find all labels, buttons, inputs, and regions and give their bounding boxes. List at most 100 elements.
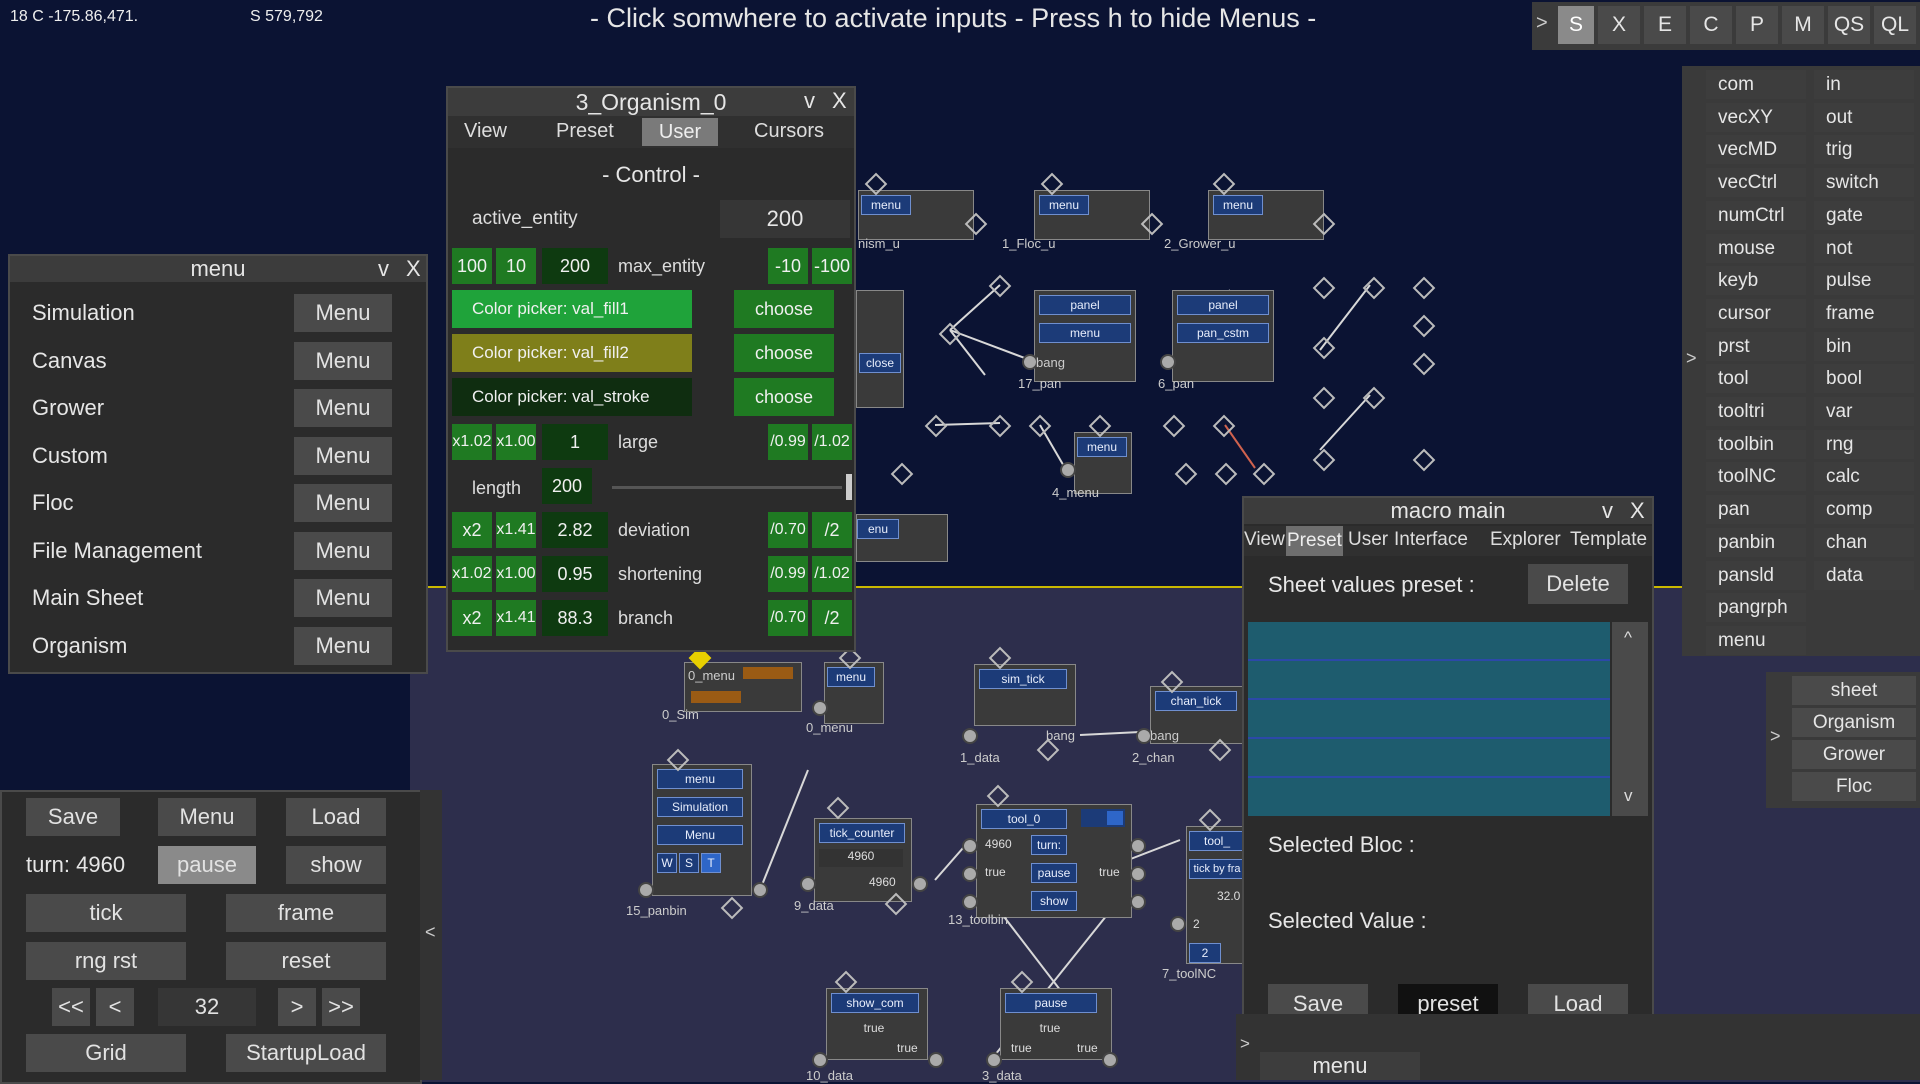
node-port[interactable] [1130,838,1146,854]
node-type-in[interactable]: in [1814,70,1914,99]
grid-button[interactable]: Grid [26,1034,186,1072]
node-type-pulse[interactable]: pulse [1814,266,1914,296]
patch-node[interactable]: menu [858,190,974,240]
prev-page-button[interactable]: < [96,988,134,1026]
next-page-button[interactable]: > [278,988,316,1026]
color-picker-stroke[interactable]: Color picker: val_stroke [452,378,692,416]
active-entity-value[interactable]: 200 [720,200,850,238]
menu-button[interactable]: Menu [158,798,256,836]
patch-node[interactable]: close [856,290,904,408]
bottom-menu-button[interactable]: menu [1260,1052,1420,1080]
show-button[interactable]: show [286,846,386,884]
node-port[interactable] [638,882,654,898]
node-port[interactable] [912,876,928,892]
tab-cursors[interactable]: Cursors [754,120,824,143]
load-button[interactable]: Load [286,798,386,836]
node-menu-button[interactable]: menu [1039,195,1089,215]
toolbar-ql-button[interactable]: QL [1874,6,1916,44]
node-type-menu[interactable]: menu [1706,625,1806,655]
macro-window-close[interactable]: X [1630,498,1645,524]
deviation-mult-button-1[interactable]: x2 [452,512,492,548]
choose-fill2-button[interactable]: choose [734,334,834,372]
sheet-item-organism[interactable]: Organism [1792,708,1916,737]
node-type-frame[interactable]: frame [1814,298,1914,328]
color-picker-fill1[interactable]: Color picker: val_fill1 [452,290,692,328]
node-turn-button[interactable]: turn: [1031,835,1067,855]
node-menu-button[interactable]: menu [1213,195,1263,215]
node-type-vecxy[interactable]: vecXY [1706,102,1806,132]
organism-window-close[interactable]: X [832,88,847,114]
node-port[interactable] [928,1052,944,1068]
node-port[interactable] [812,1052,828,1068]
sheet-item-floc[interactable]: Floc [1792,772,1916,801]
node-type-comp[interactable]: comp [1814,495,1914,525]
node-type-out[interactable]: out [1814,102,1914,132]
node-panel-arrow[interactable]: > [1686,348,1697,369]
macro-window-collapse[interactable]: v [1602,498,1613,524]
branch-mult-button-2[interactable]: x1.41 [496,600,536,636]
node-type-data[interactable]: data [1814,560,1914,590]
max-entity-plus100-button[interactable]: 100 [452,248,492,284]
patch-node[interactable]: menu [824,662,884,724]
node-type-vecmd[interactable]: vecMD [1706,135,1806,165]
large-div-button-1[interactable]: /0.99 [768,424,808,460]
branch-div-button-2[interactable]: /2 [812,600,852,636]
menu-window-collapse[interactable]: v [378,256,389,282]
node-s-button[interactable]: S [679,853,699,873]
large-div-button-2[interactable]: /1.02 [812,424,852,460]
node-type-trig[interactable]: trig [1814,135,1914,165]
large-value[interactable]: 1 [542,424,608,460]
sheet-item-sheet[interactable]: sheet [1792,676,1916,705]
page-value[interactable]: 32 [158,988,256,1026]
scroll-down-button[interactable]: v [1624,786,1633,806]
node-type-gate[interactable]: gate [1814,200,1914,230]
frame-button[interactable]: frame [226,894,386,932]
macro-tab-preset[interactable]: Preset [1286,526,1343,556]
node-panel-button[interactable]: panel [1039,295,1131,315]
node-port[interactable] [1060,462,1076,478]
tab-preset[interactable]: Preset [556,120,614,143]
node-pause-button[interactable]: pause [1005,993,1097,1013]
toolbar-qs-button[interactable]: QS [1828,6,1870,44]
menu-row-button[interactable]: Menu [294,436,392,475]
node-port[interactable] [800,876,816,892]
node-menu-button[interactable]: menu [827,667,875,687]
node-port[interactable] [1170,916,1186,932]
large-mult-button-2[interactable]: x1.00 [496,424,536,460]
node-port[interactable] [962,894,978,910]
node-show-com-button[interactable]: show_com [831,993,919,1013]
scroll-up-button[interactable]: ^ [1624,628,1632,648]
deviation-div-button-1[interactable]: /0.70 [768,512,808,548]
node-port[interactable] [1102,1052,1118,1068]
node-type-tool[interactable]: tool [1706,364,1806,394]
node-tool-button[interactable]: tool_ [1189,831,1245,851]
node-type-pan[interactable]: pan [1706,495,1806,525]
patch-node[interactable]: enu [856,514,948,562]
node-type-pansld[interactable]: pansld [1706,560,1806,590]
node-type-var[interactable]: var [1814,397,1914,426]
node-type-com[interactable]: com [1706,70,1806,99]
node-tick-by-frame-button[interactable]: tick by fra [1189,859,1245,879]
color-picker-fill2[interactable]: Color picker: val_fill2 [452,334,692,372]
node-type-calc[interactable]: calc [1814,462,1914,492]
deviation-div-button-2[interactable]: /2 [812,512,852,548]
toolbar-e-button[interactable]: E [1644,6,1686,44]
node-port[interactable] [962,866,978,882]
shortening-div-button-1[interactable]: /0.99 [768,556,808,592]
node-type-keyb[interactable]: keyb [1706,266,1806,296]
node-type-not[interactable]: not [1814,233,1914,263]
node-type-numctrl[interactable]: numCtrl [1706,200,1806,230]
delete-preset-button[interactable]: Delete [1528,564,1628,604]
length-slider-handle[interactable] [846,474,852,500]
macro-tab-interface[interactable]: Interface [1394,529,1468,551]
node-type-mouse[interactable]: mouse [1706,233,1806,263]
macro-tab-template[interactable]: Template [1570,529,1647,551]
patch-node[interactable]: tool_ tick by fra 32.0 2 2 [1186,826,1248,964]
node-enu-button[interactable]: enu [857,519,899,539]
node-type-toolbin[interactable]: toolbin [1706,429,1806,459]
last-page-button[interactable]: >> [322,988,360,1026]
node-type-tooltri[interactable]: tooltri [1706,397,1806,426]
first-page-button[interactable]: << [52,988,90,1026]
deviation-value[interactable]: 2.82 [542,512,608,548]
node-port[interactable] [812,700,828,716]
